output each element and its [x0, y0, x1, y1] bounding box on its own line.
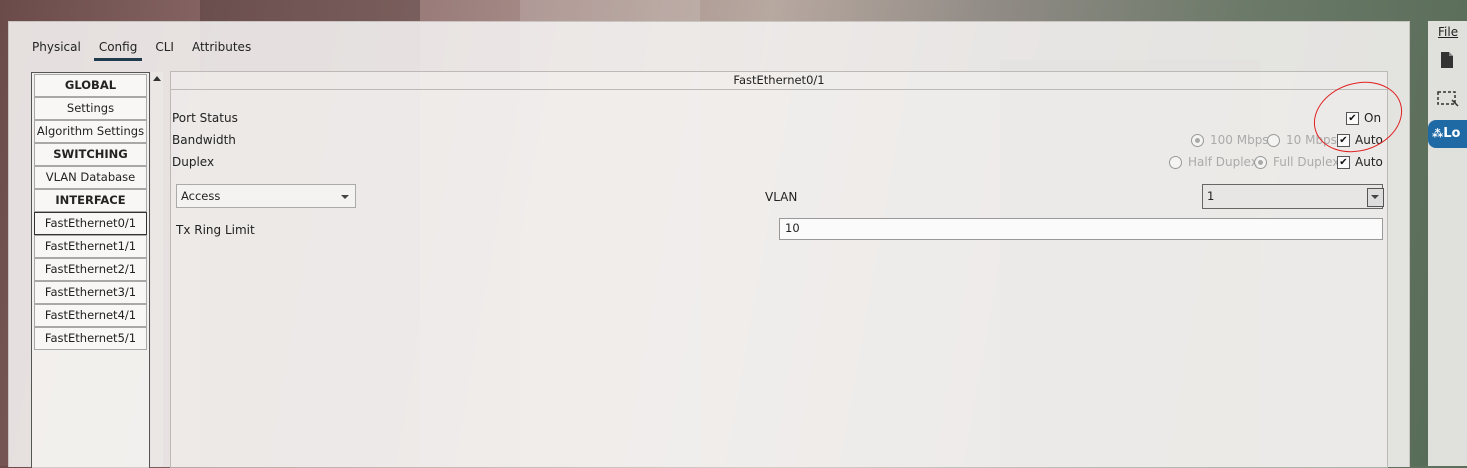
bandwidth-10mbps-label: 10 Mbps: [1286, 133, 1337, 147]
vlan-value: 1: [1207, 189, 1215, 203]
port-mode-select[interactable]: Access: [176, 184, 356, 208]
sidebar-header-interface: INTERFACE: [34, 189, 147, 212]
chevron-down-icon: [1371, 195, 1379, 199]
sidebar-item-fastethernet1-1[interactable]: FastEthernet1/1: [34, 235, 147, 258]
scroll-up-arrow-icon[interactable]: [153, 76, 161, 81]
tx-ring-limit-input[interactable]: 10: [779, 218, 1383, 240]
vlan-label: VLAN: [765, 190, 798, 204]
tab-physical[interactable]: Physical: [23, 36, 90, 60]
device-config-window: Physical Config CLI Attributes GLOBAL Se…: [8, 21, 1410, 468]
vlan-dropdown-button[interactable]: [1367, 188, 1384, 207]
sidebar-item-fastethernet5-1[interactable]: FastEthernet5/1: [34, 327, 147, 350]
duplex-auto-label: Auto: [1355, 155, 1383, 169]
bandwidth-label: Bandwidth: [172, 133, 236, 147]
sidebar-item-algorithm-settings[interactable]: Algorithm Settings: [34, 120, 147, 143]
vlan-select[interactable]: 1: [1202, 184, 1384, 209]
logical-view-button[interactable]: ⁂Lo: [1428, 120, 1467, 148]
duplex-label: Duplex: [172, 155, 215, 169]
new-file-icon[interactable]: [1440, 51, 1454, 69]
sidebar-item-fastethernet4-1[interactable]: FastEthernet4/1: [34, 304, 147, 327]
bandwidth-auto-checkbox[interactable]: ✔: [1337, 134, 1350, 147]
chevron-down-icon: [341, 195, 349, 199]
interface-config-panel: FastEthernet0/1 Port Status ✔ On Bandwid…: [170, 71, 1388, 468]
network-icon: ⁂: [1432, 127, 1444, 140]
tab-cli[interactable]: CLI: [146, 36, 183, 60]
tab-attributes[interactable]: Attributes: [183, 36, 260, 60]
duplex-auto-checkbox[interactable]: ✔: [1337, 156, 1350, 169]
bandwidth-100mbps-radio[interactable]: [1191, 134, 1204, 147]
tab-bar: Physical Config CLI Attributes: [9, 36, 260, 61]
right-side-panel: File ⁂Lo: [1428, 21, 1467, 466]
panel-title: FastEthernet0/1: [171, 72, 1387, 90]
sidebar-item-fastethernet3-1[interactable]: FastEthernet3/1: [34, 281, 147, 304]
port-status-on-label: On: [1364, 111, 1382, 125]
sidebar-scrollbar[interactable]: [151, 72, 163, 467]
duplex-half-label: Half Duplex: [1188, 155, 1258, 169]
select-area-icon[interactable]: [1437, 88, 1459, 108]
sidebar-item-settings[interactable]: Settings: [34, 97, 147, 120]
tab-config[interactable]: Config: [90, 36, 147, 61]
port-mode-value: Access: [181, 189, 221, 203]
bandwidth-10mbps-radio[interactable]: [1267, 134, 1280, 147]
duplex-full-radio[interactable]: [1254, 156, 1267, 169]
sidebar-item-vlan-database[interactable]: VLAN Database: [34, 166, 147, 189]
config-sidebar: GLOBAL Settings Algorithm Settings SWITC…: [31, 72, 150, 468]
duplex-half-radio[interactable]: [1169, 156, 1182, 169]
sidebar-item-fastethernet0-1[interactable]: FastEthernet0/1: [34, 212, 147, 235]
port-status-checkbox[interactable]: ✔: [1346, 112, 1359, 125]
sidebar-item-fastethernet2-1[interactable]: FastEthernet2/1: [34, 258, 147, 281]
sidebar-header-global: GLOBAL: [34, 74, 147, 97]
duplex-full-label: Full Duplex: [1273, 155, 1340, 169]
sidebar-header-switching: SWITCHING: [34, 143, 147, 166]
bandwidth-auto-label: Auto: [1355, 133, 1383, 147]
file-menu[interactable]: File: [1438, 25, 1458, 39]
bandwidth-100mbps-label: 100 Mbps: [1210, 133, 1269, 147]
tx-ring-limit-label: Tx Ring Limit: [176, 223, 255, 237]
port-status-label: Port Status: [172, 111, 238, 125]
